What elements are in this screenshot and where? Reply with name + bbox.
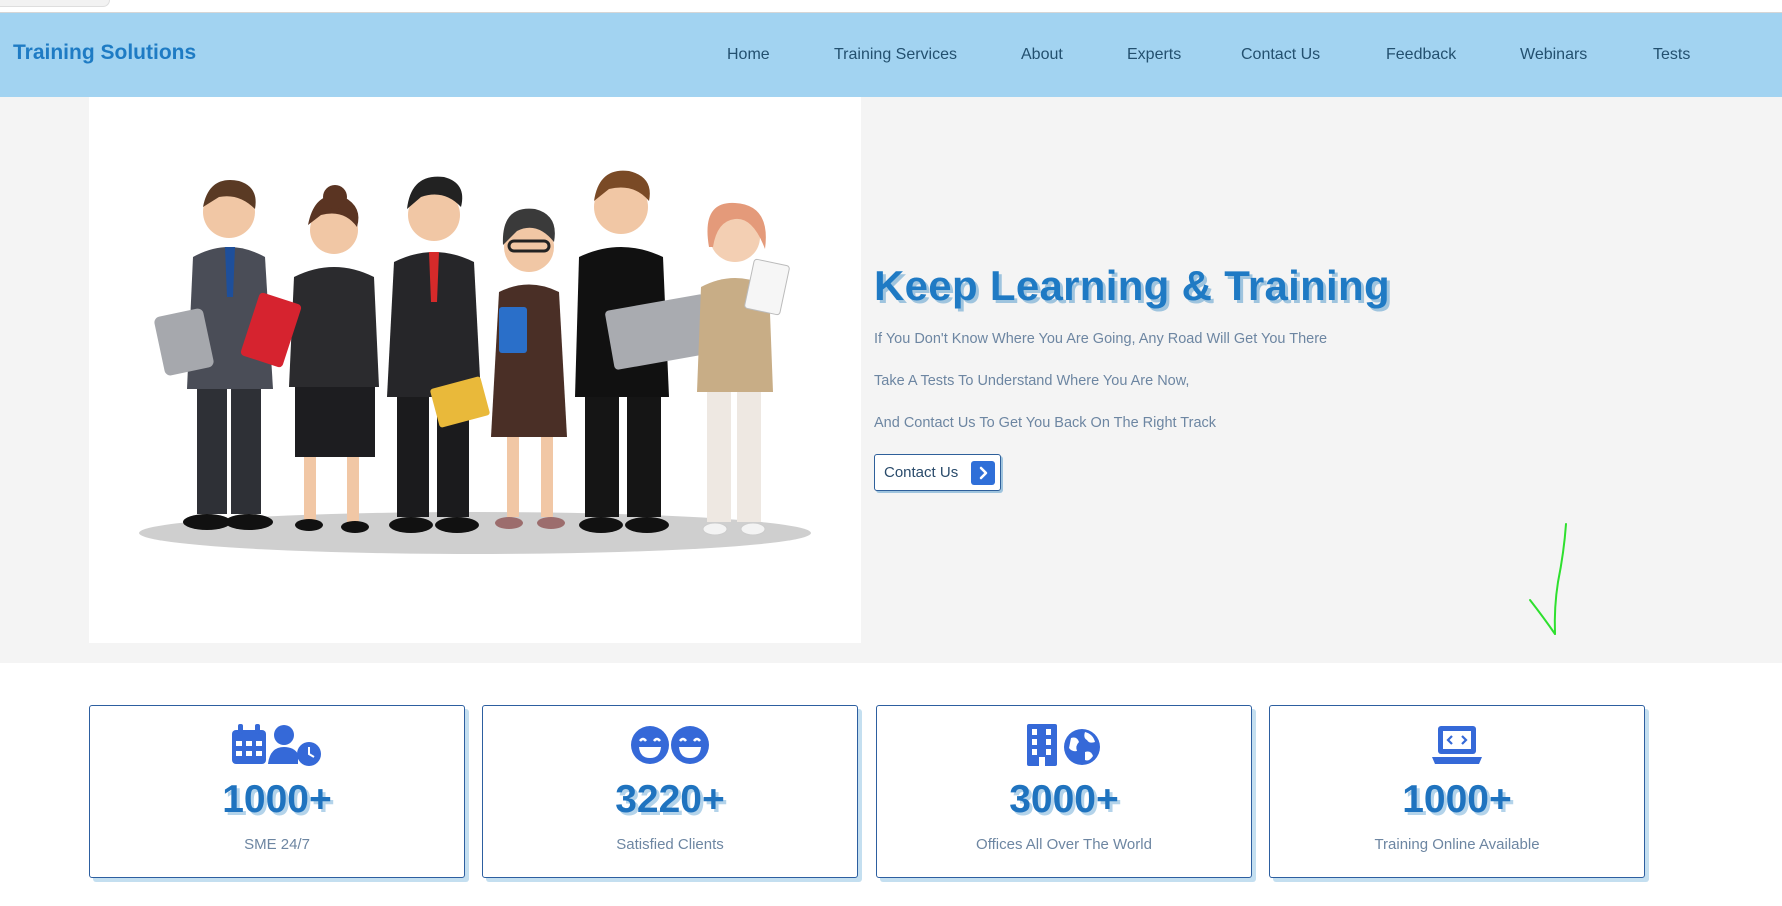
hero-line-2: Take A Tests To Understand Where You Are… bbox=[874, 373, 1190, 389]
main-nav: Home Training Services About Experts Con… bbox=[0, 46, 1782, 70]
person-5 bbox=[575, 170, 713, 533]
browser-tab-stub[interactable] bbox=[0, 0, 110, 7]
hand-drawn-arrow-annotation bbox=[1529, 523, 1567, 635]
person-6 bbox=[697, 202, 790, 536]
stat-card-training-online: 1000+ Training Online Available bbox=[1269, 705, 1645, 878]
hero-illustration bbox=[89, 97, 861, 643]
laptop-code-icon bbox=[1270, 724, 1644, 766]
stat-card-clients: 3220+ Satisfied Clients bbox=[482, 705, 858, 878]
nav-webinars[interactable]: Webinars bbox=[1520, 46, 1587, 64]
hero-line-1: If You Don't Know Where You Are Going, A… bbox=[874, 331, 1328, 347]
grinning-faces-icon bbox=[483, 724, 857, 766]
person-4 bbox=[491, 208, 567, 529]
stat-label-sme: SME 24/7 bbox=[244, 836, 310, 853]
nav-training-services[interactable]: Training Services bbox=[834, 46, 957, 64]
stat-label-offices: Offices All Over The World bbox=[976, 836, 1152, 853]
hero-contact-button[interactable]: Contact Us bbox=[874, 454, 1001, 491]
stat-value-offices: 3000+ bbox=[1009, 778, 1119, 821]
hero-line-3: And Contact Us To Get You Back On The Ri… bbox=[874, 415, 1217, 431]
hero-contact-button-label: Contact Us bbox=[884, 464, 959, 481]
nav-about[interactable]: About bbox=[1021, 46, 1063, 64]
nav-experts[interactable]: Experts bbox=[1127, 46, 1181, 64]
nav-feedback[interactable]: Feedback bbox=[1386, 46, 1456, 64]
nav-tests[interactable]: Tests bbox=[1653, 46, 1690, 64]
chevron-right-icon bbox=[971, 461, 995, 485]
stat-value-clients: 3220+ bbox=[615, 778, 725, 821]
stat-card-sme: 1000+ SME 24/7 bbox=[89, 705, 465, 878]
browser-top-strip bbox=[0, 0, 1782, 13]
site-header: Training Solutions Home Training Service… bbox=[0, 13, 1782, 97]
stat-label-training-online: Training Online Available bbox=[1374, 836, 1540, 853]
hero-title: Keep Learning & Training bbox=[874, 262, 1390, 309]
hero-section: Keep Learning & Training If You Don't Kn… bbox=[0, 97, 1782, 663]
nav-contact-us[interactable]: Contact Us bbox=[1241, 46, 1320, 64]
stat-label-clients: Satisfied Clients bbox=[616, 836, 724, 853]
building-globe-icon bbox=[877, 724, 1251, 766]
business-team-illustration bbox=[139, 170, 811, 554]
stat-value-training-online: 1000+ bbox=[1402, 778, 1512, 821]
person-3 bbox=[387, 176, 490, 533]
stat-value-sme: 1000+ bbox=[222, 778, 332, 821]
nav-home[interactable]: Home bbox=[727, 46, 770, 64]
calendar-user-clock-icon bbox=[90, 724, 464, 766]
stat-card-offices: 3000+ Offices All Over The World bbox=[876, 705, 1252, 878]
